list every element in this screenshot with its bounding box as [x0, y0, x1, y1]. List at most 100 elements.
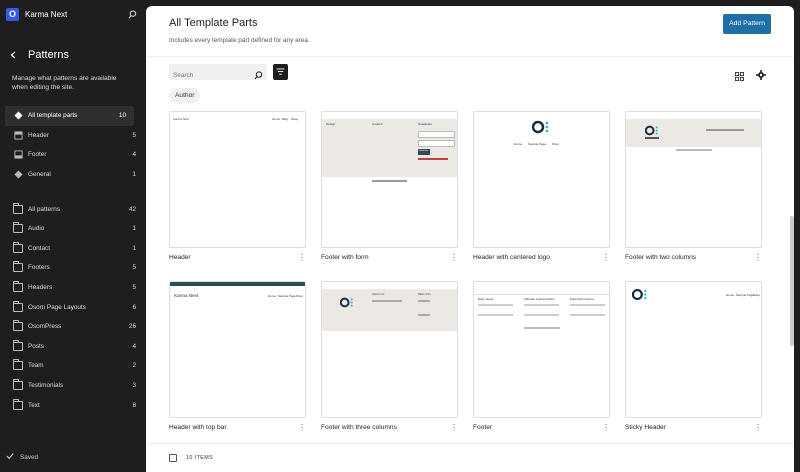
sidebar-item-text[interactable]: Text 8	[0, 395, 144, 415]
pattern-card-footer-three-columns[interactable]: About Us More Info Footer with three col…	[321, 281, 458, 431]
pattern-card-sticky-header[interactable]: Home Sample Page Shop Sticky Header ⋮	[625, 281, 762, 431]
preview-nav-item: Blog	[282, 117, 289, 121]
preview-nav-item: Shop	[753, 293, 761, 297]
sidebar-item-headers[interactable]: Headers 5	[0, 278, 144, 298]
sidebar-item-osom-page-layouts[interactable]: Osom Page Layouts 6	[0, 297, 144, 317]
preview-social-icons	[645, 137, 659, 139]
more-options-icon[interactable]: ⋮	[298, 423, 306, 431]
main-content: All Template Parts Includes every templa…	[146, 6, 794, 472]
preview-links	[418, 300, 430, 316]
search-field	[169, 64, 267, 84]
sidebar-item-all-template-parts[interactable]: All template parts 10	[5, 106, 134, 126]
sidebar-item-header[interactable]: Header 5	[0, 126, 144, 146]
pattern-card-header[interactable]: Karma Next Home Blog Shop Header ⋮	[169, 111, 306, 261]
sidebar-item-label: Contact	[28, 244, 51, 252]
card-preview[interactable]: Karma Next Home Blog Shop	[169, 111, 306, 248]
search-icon[interactable]	[254, 67, 263, 85]
gear-icon[interactable]	[756, 67, 766, 85]
sidebar-item-footer[interactable]: Footer 4	[0, 145, 144, 165]
sidebar-item-audio[interactable]: Audio 1	[0, 219, 144, 239]
card-title[interactable]: Header with top bar	[169, 424, 298, 431]
preview-text-line	[524, 304, 559, 316]
sidebar-item-testimonials[interactable]: Testimonials 3	[0, 376, 144, 396]
sidebar-item-label: Testimonials	[28, 382, 64, 390]
preview-nav-item: Shop	[296, 294, 304, 298]
sidebar-item-label: Headers	[28, 284, 53, 292]
grid-view-icon[interactable]	[735, 68, 744, 86]
preview-nav-item: Sample Page	[528, 142, 547, 146]
card-preview[interactable]	[625, 111, 762, 248]
pattern-card-footer-with-form[interactable]: Design Content Newsletter Subscribe Foot…	[321, 111, 458, 261]
more-options-icon[interactable]: ⋮	[298, 253, 306, 261]
card-title[interactable]: Footer with three columns	[321, 424, 450, 431]
site-logo[interactable]: O	[6, 7, 19, 21]
site-name[interactable]: Karma Next	[25, 10, 126, 19]
site-logo-preview	[631, 288, 648, 306]
card-title[interactable]: Sticky Header	[625, 424, 754, 431]
filter-button[interactable]	[273, 64, 288, 80]
preview-site-title: Karma Next	[173, 117, 189, 121]
page-description: Includes every template part defined for…	[169, 37, 310, 44]
pattern-card-footer-two-columns[interactable]: Footer with two columns ⋮	[625, 111, 762, 261]
save-status: Saved	[6, 452, 38, 462]
bottom-bar: 10 ITEMS	[146, 443, 794, 472]
card-title[interactable]: Footer	[473, 424, 602, 431]
sidebar-item-count: 5	[132, 131, 136, 139]
filter-icon	[276, 63, 285, 81]
sidebar-item-all-patterns[interactable]: All patterns 42	[0, 199, 144, 219]
sidebar-item-count: 42	[128, 205, 136, 213]
preview-col-title: Easy Setup	[478, 297, 494, 301]
sidebar-item-posts[interactable]: Posts 4	[0, 337, 144, 357]
card-title[interactable]: Header with centered logo	[473, 254, 602, 261]
card-title[interactable]: Header	[169, 254, 298, 261]
sidebar-item-team[interactable]: Team 2	[0, 356, 144, 376]
sidebar-item-footers[interactable]: Footers 5	[0, 258, 144, 278]
template-parts-nav: All template parts 10 Header 5 Footer 4 …	[0, 106, 144, 184]
sidebar-item-count: 4	[132, 342, 136, 350]
pattern-card-footer[interactable]: Easy Setup Ultimate Customization Fast P…	[473, 281, 610, 431]
preview-copyright	[372, 180, 407, 182]
pattern-card-header-centered-logo[interactable]: Home Sample Page Shop Header with center…	[473, 111, 610, 261]
more-options-icon[interactable]: ⋮	[602, 423, 610, 431]
add-pattern-button[interactable]: Add Pattern	[723, 14, 771, 34]
more-options-icon[interactable]: ⋮	[754, 253, 762, 261]
sidebar-item-label: All template parts	[28, 112, 78, 120]
sidebar-item-contact[interactable]: Contact 1	[0, 239, 144, 259]
more-options-icon[interactable]: ⋮	[602, 253, 610, 261]
preview-subscribe-button: Subscribe	[418, 149, 430, 155]
preview-nav-item: Sample Page	[278, 294, 297, 298]
more-options-icon[interactable]: ⋮	[754, 423, 762, 431]
sidebar-item-count: 5	[132, 264, 136, 272]
card-preview[interactable]: Design Content Newsletter Subscribe	[321, 111, 458, 248]
pattern-card-header-top-bar[interactable]: Karma Next Home Sample Page Shop Header …	[169, 281, 306, 431]
preview-col-title: Newsletter	[418, 122, 433, 126]
card-preview[interactable]: Home Sample Page Shop	[473, 111, 610, 248]
author-filter-chip[interactable]: Author	[169, 88, 201, 103]
card-title[interactable]: Footer with two columns	[625, 254, 754, 261]
card-preview[interactable]: Home Sample Page Shop	[625, 281, 762, 418]
card-title[interactable]: Footer with form	[321, 254, 450, 261]
sidebar-item-label: General	[28, 171, 51, 179]
sidebar-item-count: 6	[132, 303, 136, 311]
search-input[interactable]	[169, 67, 251, 84]
card-preview[interactable]: About Us More Info	[321, 281, 458, 418]
back-chevron-icon[interactable]	[8, 48, 18, 62]
scrollbar[interactable]	[790, 216, 794, 346]
preview-col-title: More Info	[418, 292, 431, 296]
sidebar-item-label: OsomPress	[28, 323, 62, 331]
sidebar-item-general[interactable]: General 1	[0, 165, 144, 185]
sidebar-item-osompress[interactable]: OsomPress 26	[0, 317, 144, 337]
sidebar-item-count: 3	[132, 382, 136, 390]
preview-col-title: About Us	[372, 292, 385, 296]
more-options-icon[interactable]: ⋮	[450, 423, 458, 431]
more-options-icon[interactable]: ⋮	[450, 253, 458, 261]
search-icon[interactable]	[126, 8, 138, 20]
card-preview[interactable]: Easy Setup Ultimate Customization Fast P…	[473, 281, 610, 418]
folder-icon	[13, 320, 23, 332]
sidebar-item-count: 5	[132, 284, 136, 292]
card-preview[interactable]: Karma Next Home Sample Page Shop	[169, 281, 306, 418]
sidebar-item-label: Footer	[28, 151, 47, 159]
preview-divider	[474, 294, 609, 295]
folder-icon	[13, 222, 23, 234]
select-all-checkbox[interactable]	[169, 454, 177, 462]
